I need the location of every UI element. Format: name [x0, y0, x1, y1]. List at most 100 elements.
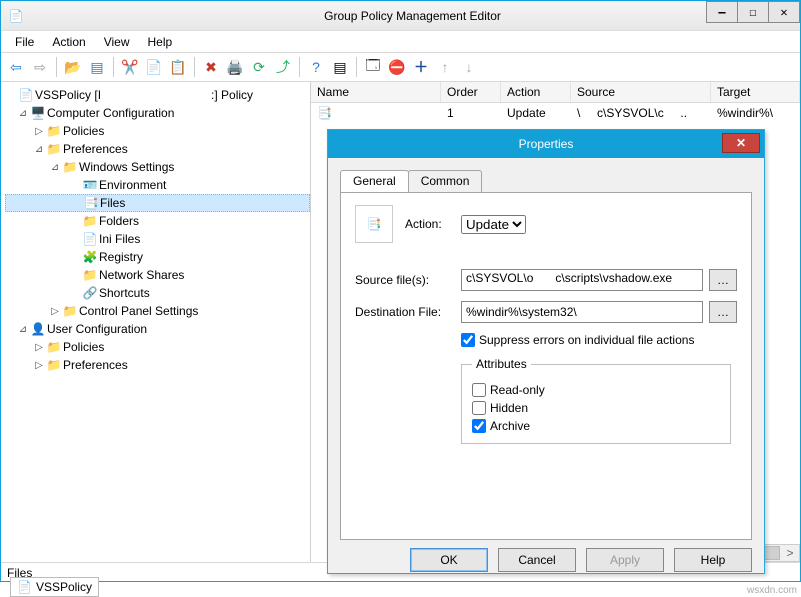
tree-preferences[interactable]: Preferences	[63, 142, 128, 156]
action-label: Action:	[405, 217, 461, 231]
destination-field[interactable]	[461, 301, 703, 323]
new-icon[interactable]: ＋	[410, 56, 432, 78]
close-button[interactable]: ✕	[768, 1, 800, 23]
environment-icon: 🪪	[81, 178, 99, 192]
tree-computer-configuration[interactable]: Computer Configuration	[47, 106, 174, 120]
tree-control-panel-settings[interactable]: Control Panel Settings	[79, 304, 198, 318]
user-icon: 👤	[29, 322, 47, 336]
col-target[interactable]: Target	[711, 82, 800, 102]
properties-dialog: Properties ✕ General Common 📑 Action: Up…	[327, 129, 765, 574]
ini-icon: 📄	[81, 232, 99, 246]
move-down-icon[interactable]: ↓	[458, 56, 480, 78]
dialog-titlebar[interactable]: Properties ✕	[328, 130, 764, 158]
menu-file[interactable]: File	[7, 33, 42, 51]
ok-button[interactable]: OK	[410, 548, 488, 572]
action-select[interactable]: Update	[461, 215, 526, 234]
tree-windows-settings[interactable]: Windows Settings	[79, 160, 174, 174]
shortcuts-icon: 🔗	[81, 286, 99, 300]
tree-files[interactable]: Files	[100, 196, 125, 210]
menu-view[interactable]: View	[96, 33, 138, 51]
stop-icon[interactable]: ⛔	[386, 56, 408, 78]
help-button[interactable]: Help	[674, 548, 752, 572]
view-icon[interactable]: 🗔	[362, 56, 384, 78]
toggle-icon[interactable]: ⊿	[17, 108, 29, 119]
col-name[interactable]: Name	[311, 82, 441, 102]
cut-icon[interactable]: ✂️	[119, 56, 141, 78]
folder-up-icon[interactable]: 📂	[62, 56, 84, 78]
toggle-icon[interactable]: ▷	[33, 342, 45, 353]
move-up-icon[interactable]: ↑	[434, 56, 456, 78]
menu-help[interactable]: Help	[140, 33, 181, 51]
nav-back-icon[interactable]: ⇦	[5, 56, 27, 78]
minimize-button[interactable]: —	[706, 1, 738, 23]
copy-icon[interactable]: 📄	[143, 56, 165, 78]
computer-icon: 🖥️	[29, 106, 47, 120]
nav-forward-icon[interactable]: ⇨	[29, 56, 51, 78]
list-item[interactable]: 📑 1 Update \ c\SYSVOL\c .. %windir%\	[311, 103, 800, 123]
policy-root-icon: 📄	[17, 88, 35, 102]
cancel-button[interactable]: Cancel	[498, 548, 576, 572]
maximize-button[interactable]: ☐	[737, 1, 769, 23]
action-graphic-icon: 📑	[355, 205, 393, 243]
details-pane-icon[interactable]: ▤	[86, 56, 108, 78]
tree-ini-files[interactable]: Ini Files	[99, 232, 140, 246]
tree-pane[interactable]: 📄 VSSPolicy [I:] Policy ⊿🖥️ Computer Con…	[1, 82, 311, 562]
tree-policies[interactable]: Policies	[63, 124, 104, 138]
menubar: File Action View Help	[1, 30, 800, 52]
toggle-icon[interactable]: ⊿	[49, 162, 61, 173]
tree-environment[interactable]: Environment	[99, 178, 166, 192]
tree-shortcuts[interactable]: Shortcuts	[99, 286, 150, 300]
tab-common[interactable]: Common	[408, 170, 483, 192]
help-icon[interactable]: ?	[305, 56, 327, 78]
tree-root[interactable]: VSSPolicy [I:] Policy	[35, 88, 253, 102]
col-action[interactable]: Action	[501, 82, 571, 102]
tree-registry[interactable]: Registry	[99, 250, 143, 264]
attr-hidden-checkbox[interactable]	[472, 401, 486, 415]
files-icon: 📑	[82, 196, 100, 210]
toggle-icon[interactable]: ⊿	[33, 144, 45, 155]
delete-icon[interactable]: ✖	[200, 56, 222, 78]
tree-user-preferences[interactable]: Preferences	[63, 358, 128, 372]
export-icon[interactable]: ⤴	[272, 56, 294, 78]
titlebar: 📄 Group Policy Management Editor — ☐ ✕	[1, 0, 800, 30]
file-row-icon: 📑	[317, 106, 332, 120]
window-title: Group Policy Management Editor	[25, 9, 800, 23]
toggle-icon[interactable]: ▷	[33, 360, 45, 371]
menu-action[interactable]: Action	[44, 33, 93, 51]
tree-user-configuration[interactable]: User Configuration	[47, 322, 147, 336]
col-order[interactable]: Order	[441, 82, 501, 102]
tree-network-shares[interactable]: Network Shares	[99, 268, 184, 282]
list-view-icon[interactable]: ▤	[329, 56, 351, 78]
browse-destination-button[interactable]: …	[709, 301, 737, 323]
taskbar-item[interactable]: 📄 VSSPolicy	[10, 577, 99, 597]
attr-readonly-checkbox[interactable]	[472, 383, 486, 397]
toggle-icon[interactable]: ▷	[33, 126, 45, 137]
col-source[interactable]: Source	[571, 82, 711, 102]
scroll-right-icon[interactable]: >	[781, 545, 799, 561]
registry-icon: 🧩	[81, 250, 99, 264]
apply-button[interactable]: Apply	[586, 548, 664, 572]
attributes-legend: Attributes	[472, 357, 531, 371]
attr-archive-checkbox[interactable]	[472, 419, 486, 433]
folders-icon: 📁	[81, 214, 99, 228]
tab-general[interactable]: General	[340, 170, 409, 192]
suppress-errors-checkbox[interactable]	[461, 333, 475, 347]
toolbar: ⇦ ⇨ 📂 ▤ ✂️ 📄 📋 ✖ 🖨️ ⟳ ⤴ ? ▤ 🗔 ⛔ ＋ ↑ ↓	[1, 52, 800, 82]
toggle-icon[interactable]: ⊿	[17, 324, 29, 335]
source-field[interactable]: c\SYSVOL\oc\scripts\vshadow.exe	[461, 269, 703, 291]
folder-icon: 📁	[45, 340, 63, 354]
destination-label: Destination File:	[355, 305, 461, 319]
toggle-icon[interactable]: ▷	[49, 306, 61, 317]
refresh-icon[interactable]: ⟳	[248, 56, 270, 78]
list-header: Name Order Action Source Target	[311, 82, 800, 103]
paste-icon[interactable]: 📋	[167, 56, 189, 78]
tree-folders[interactable]: Folders	[99, 214, 139, 228]
dialog-close-button[interactable]: ✕	[722, 133, 760, 153]
dialog-title: Properties	[519, 137, 574, 151]
app-icon: 📄	[7, 9, 25, 23]
tree-user-policies[interactable]: Policies	[63, 340, 104, 354]
policy-doc-icon: 📄	[17, 580, 32, 594]
browse-source-button[interactable]: …	[709, 269, 737, 291]
folder-icon: 📁	[61, 160, 79, 174]
print-icon[interactable]: 🖨️	[224, 56, 246, 78]
